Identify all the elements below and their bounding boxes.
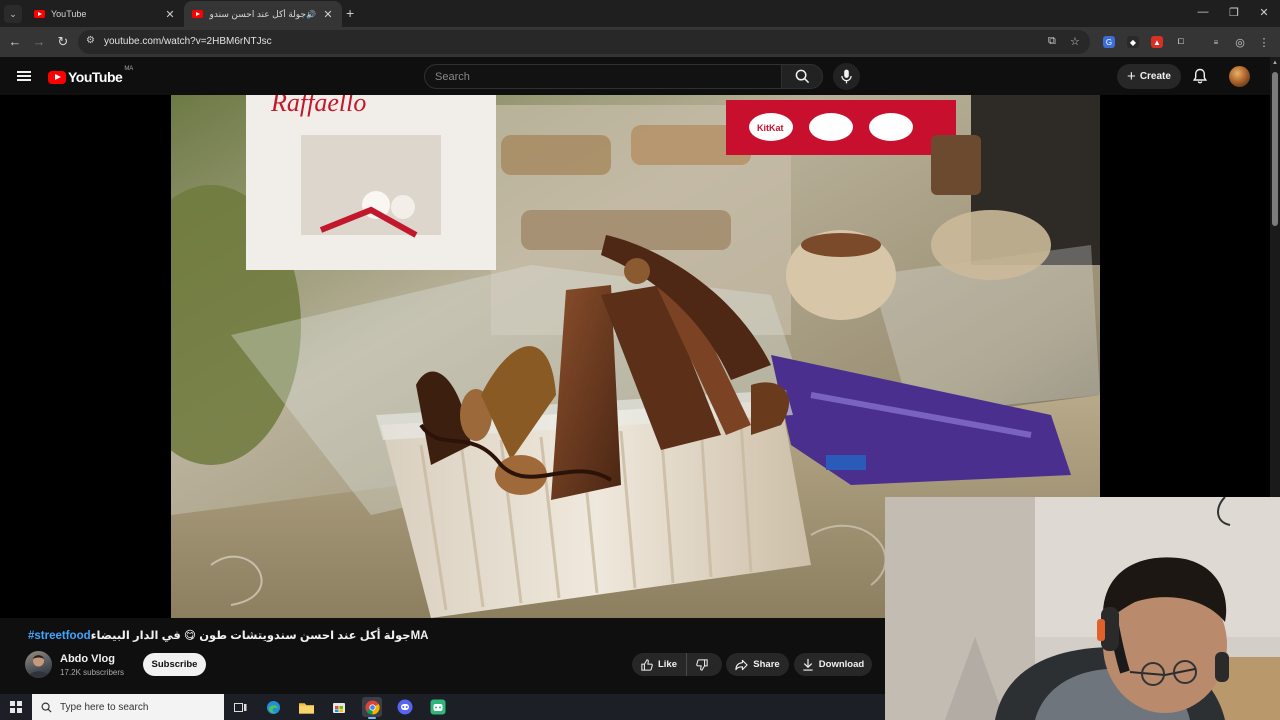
thumbs-down-icon bbox=[696, 658, 708, 671]
microsoft-store-icon[interactable] bbox=[329, 697, 349, 717]
plus-icon: + bbox=[1127, 67, 1136, 85]
windows-taskbar: Type here to search bbox=[0, 694, 885, 720]
url-text[interactable]: youtube.com/watch?v=2HBM6rNTJsc bbox=[104, 36, 272, 47]
site-info-icon[interactable]: ⚙ bbox=[86, 35, 95, 46]
tab-close-icon[interactable]: ✕ bbox=[322, 8, 334, 21]
address-bar[interactable]: ⚙ youtube.com/watch?v=2HBM6rNTJsc ⧉ ☆ bbox=[78, 30, 1090, 54]
media-controls-icon[interactable]: ≡ bbox=[1210, 36, 1222, 48]
raffaello-box-text: Raffaello bbox=[270, 95, 366, 117]
taskbar-search-box[interactable]: Type here to search bbox=[32, 694, 224, 720]
subscriber-count: 17.2K subscribers bbox=[60, 668, 125, 677]
browser-tab-strip: ⌄ YouTube ✕ جولة أكل عند احسن سندويتشات … bbox=[0, 0, 1280, 27]
scrollbar-thumb[interactable] bbox=[1272, 72, 1278, 226]
window-close-icon[interactable]: ✕ bbox=[1257, 6, 1271, 19]
share-label: Share bbox=[753, 659, 780, 670]
title-hashtag[interactable]: #streetfood bbox=[28, 630, 91, 642]
profile-icon[interactable]: ◎ bbox=[1234, 36, 1246, 49]
like-label: Like bbox=[657, 659, 677, 670]
like-button[interactable]: Like bbox=[632, 653, 687, 676]
webcam-feed-image bbox=[885, 497, 1280, 720]
browser-toolbar: ← → ↻ ⚙ youtube.com/watch?v=2HBM6rNTJsc … bbox=[0, 27, 1280, 57]
reload-icon[interactable]: ↻ bbox=[55, 34, 71, 50]
channel-name[interactable]: Abdo Vlog bbox=[60, 653, 115, 665]
account-avatar[interactable] bbox=[1229, 66, 1250, 87]
youtube-masthead: YouTube MA + Create bbox=[0, 57, 1270, 95]
logo-wordmark: YouTube bbox=[68, 69, 123, 85]
youtube-logo[interactable]: YouTube MA bbox=[48, 66, 134, 85]
tab-title: YouTube bbox=[51, 9, 87, 19]
subscribe-button[interactable]: Subscribe bbox=[143, 653, 206, 676]
webcam-overlay bbox=[885, 497, 1280, 720]
tab-youtube[interactable]: YouTube ✕ bbox=[26, 1, 184, 27]
tab-close-icon[interactable]: ✕ bbox=[164, 8, 176, 21]
audio-playing-icon[interactable]: 🔊 bbox=[306, 10, 316, 19]
youtube-favicon-icon bbox=[34, 10, 45, 18]
browser-menu-icon[interactable]: ⋮ bbox=[1258, 36, 1270, 49]
region-code: MA bbox=[124, 66, 134, 72]
tab-video[interactable]: جولة أكل عند احسن سندويتشات طون 🔊 ✕ bbox=[184, 1, 342, 27]
restore-icon[interactable]: ❐ bbox=[1227, 6, 1241, 19]
thumbs-up-icon bbox=[641, 658, 653, 671]
share-arrow-icon bbox=[735, 659, 748, 670]
notifications-bell-icon[interactable] bbox=[1193, 68, 1207, 84]
microphone-icon bbox=[841, 69, 852, 84]
kitkat-wrapper-text: KitKat bbox=[757, 123, 784, 133]
scroll-up-arrow-icon[interactable]: ▲ bbox=[1272, 60, 1278, 66]
android-app-icon[interactable] bbox=[428, 697, 448, 717]
extensions-puzzle-icon[interactable]: ⧠ bbox=[1175, 36, 1187, 48]
tab-search-icon[interactable]: ⌄ bbox=[4, 5, 22, 23]
search-input[interactable] bbox=[425, 65, 781, 88]
download-icon bbox=[803, 658, 813, 671]
back-icon[interactable]: ← bbox=[7, 34, 23, 50]
pdf-extension-icon[interactable]: ▲ bbox=[1151, 36, 1163, 48]
create-label: Create bbox=[1139, 71, 1171, 82]
create-button[interactable]: + Create bbox=[1117, 64, 1181, 89]
youtube-play-logo-icon bbox=[48, 70, 66, 84]
chrome-browser-icon[interactable] bbox=[362, 697, 382, 719]
taskbar-search-icon bbox=[41, 702, 52, 713]
dislike-button[interactable] bbox=[687, 653, 722, 676]
taskbar-search-placeholder: Type here to search bbox=[60, 701, 149, 713]
tab-title: جولة أكل عند احسن سندويتشات طون bbox=[209, 8, 307, 19]
youtube-favicon-icon bbox=[192, 10, 203, 18]
new-tab-icon[interactable]: + bbox=[346, 6, 354, 20]
search-button[interactable] bbox=[781, 64, 823, 89]
install-app-icon[interactable]: ⧉ bbox=[1048, 35, 1056, 48]
minimize-icon[interactable]: — bbox=[1196, 6, 1210, 18]
title-text: جولة أكل عند احسن سندويتشات طون 😋 في الد… bbox=[90, 630, 429, 642]
translate-extension-icon[interactable]: G bbox=[1103, 36, 1115, 48]
windows-start-icon[interactable] bbox=[10, 701, 22, 713]
download-button[interactable]: Download bbox=[794, 653, 872, 676]
edge-browser-icon[interactable] bbox=[263, 697, 283, 717]
forward-icon[interactable]: → bbox=[31, 34, 47, 50]
extension-diamond-icon[interactable]: ◆ bbox=[1127, 36, 1139, 48]
channel-avatar[interactable] bbox=[25, 651, 52, 678]
search-icon bbox=[795, 69, 809, 84]
download-label: Download bbox=[818, 659, 865, 670]
video-title: #streetfoodجولة أكل عند احسن سندويتشات ط… bbox=[28, 628, 428, 642]
voice-search-button[interactable] bbox=[833, 63, 860, 90]
search-field[interactable] bbox=[424, 64, 782, 89]
channel-avatar-image bbox=[28, 655, 49, 678]
like-dislike-group: Like bbox=[632, 653, 722, 676]
guide-menu-icon[interactable] bbox=[17, 71, 31, 81]
task-view-icon[interactable] bbox=[230, 697, 250, 717]
bookmark-star-icon[interactable]: ☆ bbox=[1070, 35, 1080, 48]
file-explorer-icon[interactable] bbox=[296, 697, 316, 717]
discord-app-icon[interactable] bbox=[395, 697, 415, 717]
share-button[interactable]: Share bbox=[726, 653, 789, 676]
